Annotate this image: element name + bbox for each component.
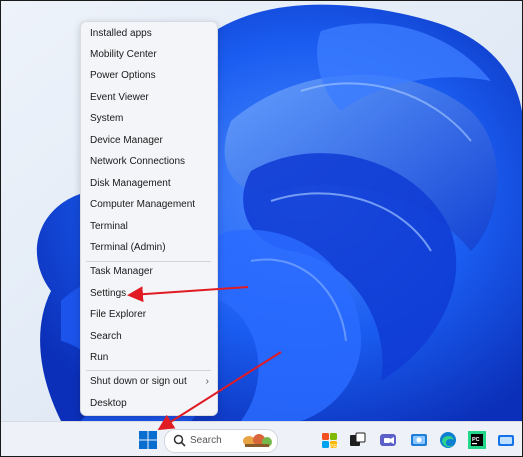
chat-icon[interactable] <box>378 430 398 450</box>
menu-item-task-manager[interactable]: Task Manager <box>90 263 153 281</box>
app-icon-photos[interactable] <box>409 430 429 450</box>
taskbar: Search PRE PC <box>1 421 522 456</box>
menu-item-terminal[interactable]: Terminal <box>90 218 128 236</box>
menu-item-shut-down-or-sign-out[interactable]: Shut down or sign out <box>90 373 208 391</box>
svg-text:PRE: PRE <box>330 444 340 450</box>
menu-item-network-connections[interactable]: Network Connections <box>90 153 185 171</box>
menu-separator <box>86 370 211 371</box>
menu-item-run[interactable]: Run <box>90 349 108 367</box>
task-view-icon[interactable] <box>347 430 367 450</box>
menu-item-settings[interactable]: Settings <box>90 285 126 303</box>
menu-item-device-manager[interactable]: Device Manager <box>90 132 163 150</box>
menu-item-mobility-center[interactable]: Mobility Center <box>90 46 157 64</box>
menu-item-system[interactable]: System <box>90 110 123 128</box>
menu-item-desktop[interactable]: Desktop <box>90 395 127 413</box>
menu-item-power-options[interactable]: Power Options <box>90 67 156 85</box>
menu-item-computer-management[interactable]: Computer Management <box>90 196 195 214</box>
screenshot-frame: Installed apps Mobility Center Power Opt… <box>0 0 523 457</box>
menu-separator <box>86 261 211 262</box>
widgets-icon[interactable]: PRE <box>320 430 341 450</box>
winx-context-menu: Installed apps Mobility Center Power Opt… <box>80 21 218 416</box>
search-icon <box>173 434 186 452</box>
menu-item-file-explorer[interactable]: File Explorer <box>90 306 146 324</box>
menu-item-event-viewer[interactable]: Event Viewer <box>90 89 149 107</box>
pycharm-icon[interactable]: PC <box>467 430 487 450</box>
menu-item-installed-apps[interactable]: Installed apps <box>90 25 152 43</box>
search-label: Search <box>190 435 222 446</box>
edge-icon[interactable] <box>438 430 458 450</box>
menu-item-terminal-admin[interactable]: Terminal (Admin) <box>90 239 166 257</box>
svg-text:PC: PC <box>472 437 480 443</box>
menu-item-search[interactable]: Search <box>90 328 122 346</box>
taskbar-search-box[interactable]: Search <box>164 429 278 453</box>
windows-start-icon[interactable] <box>138 430 158 450</box>
menu-item-label: Shut down or sign out <box>90 376 187 387</box>
app-icon-3[interactable] <box>496 430 516 450</box>
chevron-right-icon: › <box>205 376 209 387</box>
menu-item-disk-management[interactable]: Disk Management <box>90 175 171 193</box>
search-highlight-illustration <box>241 432 273 454</box>
